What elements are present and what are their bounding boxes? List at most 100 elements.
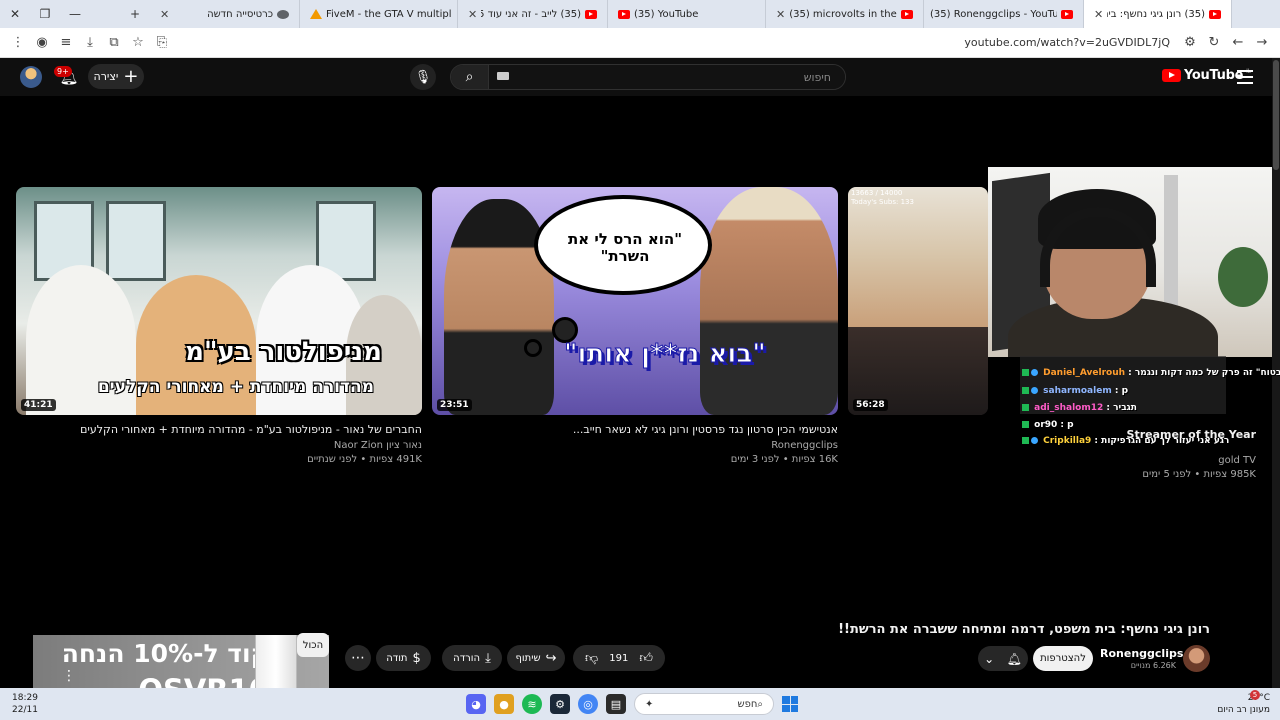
hamburger-menu-icon[interactable] [1237, 70, 1253, 84]
download-label: הורדה [453, 652, 481, 664]
taskbar-search-label: חפש [737, 698, 758, 710]
windows-taskbar: 18:29 22/11 ◕ ● ≋ ⚙ ◎ ▤ ⌕ חפש ✦ 27°C מעו… [0, 688, 1280, 720]
notification-bell-dropdown[interactable]: ⌄ 🔔︎ [978, 646, 1028, 671]
youtube-play-icon [1162, 69, 1181, 82]
profile-icon[interactable]: ◉ [30, 31, 54, 55]
browser-tab-youtube[interactable]: (35) YouTube [608, 0, 766, 28]
sub-badge-icon [1031, 387, 1038, 394]
video-card[interactable]: 13663 / 14000 Today's Subs: 133 56:28 [848, 187, 988, 415]
minimize-window-icon[interactable]: — [60, 0, 90, 28]
video-title[interactable]: Streamer of the Year [1010, 428, 1256, 441]
subscribe-button[interactable]: להצטרפות [1033, 646, 1093, 671]
video-channel[interactable]: נאור ציון Naor Zion [16, 440, 422, 451]
search-icon[interactable]: ⌕ [451, 65, 489, 89]
restore-window-icon[interactable]: ❐ [30, 0, 60, 28]
video-channel[interactable]: gold TV [1010, 455, 1256, 466]
menu-dots-icon[interactable]: ⋮ [6, 31, 30, 55]
video-channel[interactable]: Ronenggclips [432, 440, 838, 451]
spotify-icon[interactable]: ≋ [522, 694, 542, 714]
new-tab-plus-icon[interactable]: + [120, 0, 150, 28]
url-field[interactable]: youtube.com/watch?v=2uGVDIDL7jQ [964, 36, 1178, 49]
browser-tab-new[interactable]: ✕ כרטיסייה חדשה [150, 0, 300, 28]
user-avatar[interactable] [20, 66, 42, 88]
weather-notification-badge: 5 [1250, 690, 1260, 700]
video-title[interactable]: החברים של נאור - מניפולטור בע"מ - מהדורה… [16, 423, 422, 436]
browser-app-icon[interactable]: ● [494, 694, 514, 714]
chrome-icon[interactable]: ◎ [578, 694, 598, 714]
overlay-menu-dots-icon[interactable]: ⋮ [62, 668, 76, 684]
thumb-top-frame [848, 187, 988, 327]
browser-tab-fivem[interactable]: FiveM - the GTA V multiplayer [300, 0, 458, 28]
forward-arrow-icon[interactable]: → [1250, 31, 1274, 55]
video-card[interactable]: "הוא הרס לי את השרת" "בוא נז**ן אותו" 23… [432, 187, 838, 465]
reload-icon[interactable]: ↻ [1202, 31, 1226, 55]
video-thumbnail[interactable]: 13663 / 14000 Today's Subs: 133 56:28 [848, 187, 988, 415]
taskbar-clock[interactable]: 18:29 22/11 [12, 692, 38, 716]
scrollbar-thumb[interactable] [1273, 60, 1279, 170]
taskbar-search-box[interactable]: ⌕ חפש ✦ [634, 693, 774, 715]
steam-icon[interactable]: ⚙ [550, 694, 570, 714]
close-tab-icon[interactable]: ✕ [776, 8, 785, 21]
watch-video-title: רונן גיגי נחשף: בית משפט, דרמה ומתיחה שש… [838, 622, 1210, 637]
browser-tab-ronenggclips[interactable]: (35) Ronenggclips - YouTube [924, 0, 1084, 28]
video-thumbnail[interactable]: "הוא הרס לי את השרת" "בוא נז**ן אותו" 23… [432, 187, 838, 415]
playlist-icon[interactable]: ≡ [54, 31, 78, 55]
download-icon[interactable]: ⤓ [78, 31, 102, 55]
channel-name[interactable]: Ronenggclips [1100, 647, 1183, 660]
more-actions-icon[interactable]: ⋯ [345, 645, 371, 671]
video-card-info[interactable]: Streamer of the Year gold TV 985K צפיות … [1010, 420, 1256, 480]
youtube-favicon-icon [618, 9, 630, 19]
download-icon: ⤓ [485, 650, 491, 666]
close-window-icon[interactable]: ✕ [0, 0, 30, 28]
globe-icon [277, 9, 289, 19]
thumb-person-right [700, 187, 838, 415]
extensions-icon[interactable]: ⧉ [102, 31, 126, 55]
tab-title: (35) Ronenggclips - YouTube [930, 8, 1057, 20]
thumb-window [106, 201, 166, 281]
video-thumbnail[interactable]: מניפולטור בע"מ מהדורה מיוחדת + מאחורי הק… [16, 187, 422, 415]
voice-search-mic-icon[interactable]: 🎙︎ [410, 64, 436, 90]
bubble-dot [524, 339, 542, 357]
windows-start-icon[interactable] [782, 696, 798, 712]
subscription-bell-icon: 🔔︎ [1006, 651, 1022, 666]
install-app-icon[interactable]: ⎘ [150, 31, 174, 55]
video-card[interactable]: מניפולטור בע"מ מהדורה מיוחדת + מאחורי הק… [16, 187, 422, 465]
video-title[interactable]: אנטישמי הכין סרטון נגד פרסטין ורונן גיגי… [432, 423, 838, 436]
weather-desc: מעונן רב היום [1217, 705, 1270, 715]
tab-title: FiveM - the GTA V multiplayer [326, 8, 451, 20]
youtube-favicon-icon [1209, 9, 1221, 19]
keyboard-icon[interactable] [497, 72, 509, 80]
dislike-thumb-icon[interactable]: 👎︎ [585, 651, 598, 666]
close-tab-icon[interactable]: ✕ [160, 8, 169, 21]
youtube-header: 🔔︎ 9+ + יצירה 🎙︎ ⌕ YouTube IL [0, 58, 1272, 96]
like-count[interactable]: 191 [609, 653, 628, 664]
discord-icon[interactable]: ◕ [466, 694, 486, 714]
back-arrow-icon[interactable]: ← [1226, 31, 1250, 55]
tab-title: כרטיסייה חדשה [207, 8, 273, 20]
star-icon[interactable]: ☆ [126, 31, 150, 55]
close-tab-icon[interactable]: ✕ [1094, 8, 1103, 21]
file-explorer-icon[interactable]: ▤ [606, 694, 626, 714]
chat-message: adi_shalom12 : תגביר [1022, 403, 1137, 413]
download-button[interactable]: ⤓ הורדה [442, 645, 502, 671]
video-duration: 41:21 [21, 399, 56, 411]
video-meta: 491K צפיות • לפני שנתיים [307, 454, 422, 465]
sponsor-discount-text: קוד ל-10% הנחה [61, 639, 269, 668]
browser-tab-live[interactable]: ✕ (35) לייב - זה אני עוד 6.5 שנים [458, 0, 608, 28]
youtube-favicon-icon [901, 9, 913, 19]
thanks-button[interactable]: $ תודה [376, 645, 431, 671]
create-button[interactable]: + יצירה [88, 64, 144, 89]
close-tab-icon[interactable]: ✕ [468, 8, 477, 21]
chat-text: p [1121, 386, 1129, 396]
search-input[interactable] [489, 65, 845, 89]
like-thumb-icon[interactable]: 👍︎ [639, 651, 653, 666]
site-settings-icon[interactable]: ⚙ [1178, 31, 1202, 55]
browser-tab-microvolts[interactable]: ✕ (35) microvolts in the big 25 [766, 0, 924, 28]
channel-avatar[interactable] [1183, 645, 1210, 672]
filter-all-chip[interactable]: הכול [297, 633, 329, 657]
tab-title: (35) לייב - זה אני עוד 6.5 שנים [481, 8, 581, 20]
share-button[interactable]: ↪ שיתוף [507, 645, 565, 671]
video-meta: 985K צפיות • לפני 5 ימים [1142, 469, 1256, 480]
search-icon: ⌕ [757, 698, 763, 710]
browser-tab-active[interactable]: ✕ (35) רונן גיגי נחשף: בית משפט [1084, 0, 1232, 28]
